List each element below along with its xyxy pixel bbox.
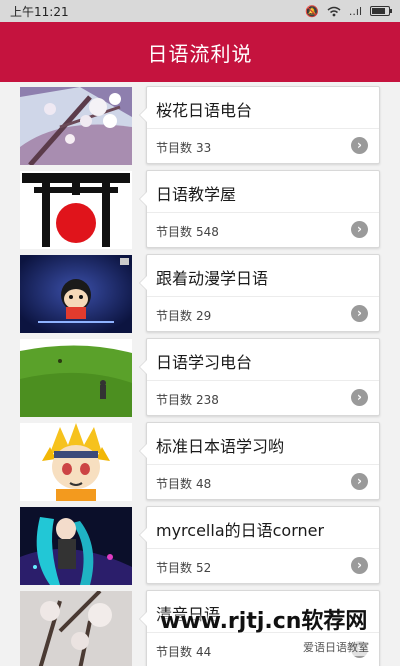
app-bar: 日语流利说	[0, 22, 400, 82]
divider	[147, 128, 379, 129]
chevron-right-icon[interactable]: ›	[351, 473, 368, 490]
program-card[interactable]: 桜花日语电台 节目数 33 ›	[139, 86, 380, 164]
list-item[interactable]: 标准日本语学习哟 节目数 48 ›	[0, 422, 400, 506]
episode-count: 节目数 29	[156, 307, 211, 324]
status-icons: 🔕 ..ıl	[305, 4, 392, 18]
divider	[147, 212, 379, 213]
program-thumbnail[interactable]	[20, 423, 132, 501]
program-title: myrcella的日语corner	[156, 521, 325, 540]
episode-count-label: 节目数	[156, 141, 193, 155]
program-card[interactable]: 日语教学屋 节目数 548 ›	[139, 170, 380, 248]
chevron-right-icon[interactable]: ›	[351, 221, 368, 238]
page-title: 日语流利说	[147, 41, 253, 66]
program-title: 标准日本语学习哟	[156, 437, 285, 456]
episode-count-value: 33	[196, 141, 212, 155]
chevron-right-icon[interactable]: ›	[351, 305, 368, 322]
program-card[interactable]: 日语学习电台 节目数 238 ›	[139, 338, 380, 416]
torii-logo-image	[20, 171, 132, 249]
status-bar: 上午11:21 🔕 ..ıl	[0, 0, 400, 22]
watermark-sub: 爱语日语教室	[300, 638, 372, 656]
program-title: 跟着动漫学日语	[156, 269, 269, 288]
list-item[interactable]: 日语学习电台 节目数 238 ›	[0, 338, 400, 422]
program-title: 日语学习电台	[156, 353, 253, 372]
program-card[interactable]: myrcella的日语corner 节目数 52 ›	[139, 506, 380, 584]
program-thumbnail[interactable]	[20, 591, 132, 666]
green-field-image	[20, 339, 132, 417]
list-item[interactable]: 跟着动漫学日语 节目数 29 ›	[0, 254, 400, 338]
chevron-right-icon[interactable]: ›	[351, 137, 368, 154]
program-thumbnail[interactable]	[20, 339, 132, 417]
anime-character-image	[20, 507, 132, 585]
program-thumbnail[interactable]	[20, 255, 132, 333]
status-time: 上午11:21	[10, 4, 69, 19]
episode-count-value: 29	[196, 309, 212, 323]
program-card[interactable]: 标准日本语学习哟 节目数 48 ›	[139, 422, 380, 500]
tree-blossom-image	[20, 591, 132, 666]
episode-count: 节目数 52	[156, 559, 211, 576]
episode-count-label: 节目数	[156, 477, 193, 491]
signal-icon: ..ıl	[348, 4, 362, 18]
episode-count-label: 节目数	[156, 225, 193, 239]
episode-count: 节目数 44	[156, 643, 211, 660]
list-item[interactable]: 日语教学屋 节目数 548 ›	[0, 170, 400, 254]
chevron-right-icon[interactable]: ›	[351, 557, 368, 574]
mute-icon: 🔕	[305, 4, 319, 18]
episode-count-value: 238	[196, 393, 219, 407]
anime-character-image	[20, 423, 132, 501]
cherry-blossom-image	[20, 87, 132, 165]
episode-count-value: 48	[196, 477, 212, 491]
wifi-icon	[327, 6, 341, 16]
program-title: 桜花日语电台	[156, 101, 253, 120]
divider	[147, 296, 379, 297]
divider	[147, 548, 379, 549]
program-list: 桜花日语电台 节目数 33 › 日语教学屋 节目数 548 › 跟着动漫学日语 …	[0, 86, 400, 666]
divider	[147, 380, 379, 381]
program-thumbnail[interactable]	[20, 171, 132, 249]
episode-count-label: 节目数	[156, 561, 193, 575]
episode-count: 节目数 238	[156, 391, 219, 408]
episode-count: 节目数 33	[156, 139, 211, 156]
watermark: www.rjtj.cn软荐网	[160, 609, 368, 634]
episode-count-label: 节目数	[156, 393, 193, 407]
program-card[interactable]: 跟着动漫学日语 节目数 29 ›	[139, 254, 380, 332]
episode-count-value: 548	[196, 225, 219, 239]
episode-count: 节目数 48	[156, 475, 211, 492]
episode-count-label: 节目数	[156, 645, 193, 659]
episode-count-value: 44	[196, 645, 212, 659]
episode-count-label: 节目数	[156, 309, 193, 323]
divider	[147, 464, 379, 465]
program-thumbnail[interactable]	[20, 87, 132, 165]
program-thumbnail[interactable]	[20, 507, 132, 585]
program-title: 日语教学屋	[156, 185, 237, 204]
list-item[interactable]: myrcella的日语corner 节目数 52 ›	[0, 506, 400, 590]
list-item[interactable]: 桜花日语电台 节目数 33 ›	[0, 86, 400, 170]
episode-count-value: 52	[196, 561, 212, 575]
anime-cartoon-image	[20, 255, 132, 333]
chevron-right-icon[interactable]: ›	[351, 389, 368, 406]
battery-icon	[370, 6, 392, 16]
episode-count: 节目数 548	[156, 223, 219, 240]
